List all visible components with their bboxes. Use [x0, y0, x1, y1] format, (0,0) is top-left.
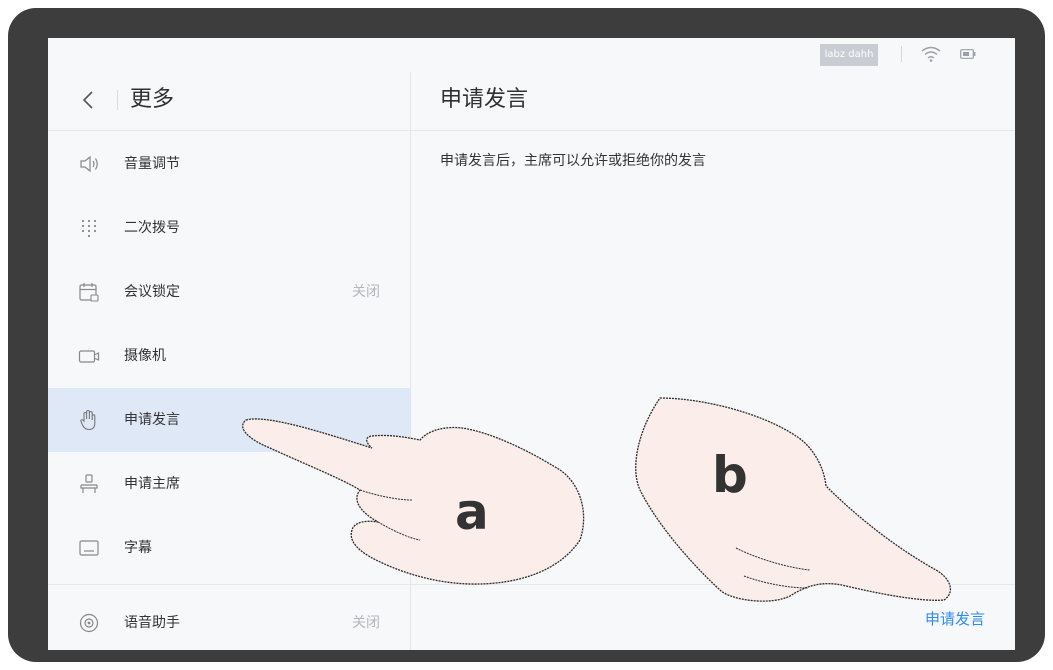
- hand-a-label: a: [455, 483, 489, 541]
- sidebar-item-label: 申请发言: [124, 412, 180, 428]
- sidebar-item-label: 音量调节: [124, 156, 180, 172]
- sidebar-title: 更多: [130, 87, 175, 112]
- hand-raise-icon: [80, 409, 96, 431]
- dialpad-icon: [81, 219, 97, 238]
- wifi-icon: [921, 46, 941, 62]
- sidebar-item-label: 申请主席: [124, 476, 180, 492]
- sidebar-item-meeting-lock[interactable]: 会议锁定 关闭: [48, 260, 410, 324]
- sidebar-item-label: 二次拨号: [124, 220, 180, 236]
- sidebar: 更多 音量调节 二次拨号 会议锁定 关闭 摄像机 申请发言 申请主席 字幕 语音…: [48, 72, 411, 650]
- sidebar-item-request-speak[interactable]: 申请发言: [48, 388, 410, 452]
- hand-b-label: b: [712, 446, 748, 504]
- content-description: 申请发言后，主席可以允许或拒绝你的发言: [440, 153, 706, 169]
- sidebar-item-subtitle[interactable]: 字幕: [48, 516, 410, 580]
- request-speak-button[interactable]: 申请发言: [925, 608, 985, 629]
- content-header: 申请发言: [411, 72, 1015, 131]
- sidebar-item-request-chair[interactable]: 申请主席: [48, 452, 410, 516]
- sidebar-item-redial[interactable]: 二次拨号: [48, 196, 410, 260]
- page-title: 申请发言: [440, 87, 529, 112]
- sidebar-header: 更多: [48, 72, 410, 131]
- chair-icon: [80, 474, 98, 493]
- status-bar: labz dahh: [48, 38, 1015, 72]
- sidebar-item-label: 字幕: [124, 540, 152, 556]
- sidebar-item-voice-assistant[interactable]: 语音助手 关闭: [48, 591, 410, 650]
- volume-icon: [80, 155, 98, 173]
- user-name-badge: labz dahh: [820, 44, 878, 66]
- calendar-lock-icon: [79, 283, 99, 302]
- tablet-frame: labz dahh 更多 音量调节 二次拨号 会议锁定 关闭 摄像机 申请发言 …: [8, 8, 1045, 662]
- sidebar-item-label: 摄像机: [124, 348, 166, 364]
- voice-assistant-icon: [79, 613, 99, 633]
- footer-divider: [411, 584, 1015, 585]
- sidebar-item-label: 会议锁定: [124, 284, 180, 300]
- sidebar-divider: [48, 584, 410, 585]
- sidebar-item-label: 语音助手: [124, 615, 180, 631]
- back-icon[interactable]: [78, 86, 100, 114]
- header-divider: [117, 90, 118, 110]
- content-panel: 申请发言 申请发言后，主席可以允许或拒绝你的发言 申请发言: [411, 72, 1015, 650]
- subtitle-icon: [79, 540, 99, 556]
- screen: labz dahh 更多 音量调节 二次拨号 会议锁定 关闭 摄像机 申请发言 …: [48, 38, 1015, 650]
- status-divider: [901, 46, 902, 62]
- battery-icon: [960, 49, 976, 59]
- lock-status-value: 关闭: [352, 284, 380, 300]
- sidebar-item-camera[interactable]: 摄像机: [48, 324, 410, 388]
- sidebar-item-volume[interactable]: 音量调节: [48, 132, 410, 196]
- voice-assistant-status-value: 关闭: [352, 615, 380, 631]
- camera-icon: [78, 350, 100, 363]
